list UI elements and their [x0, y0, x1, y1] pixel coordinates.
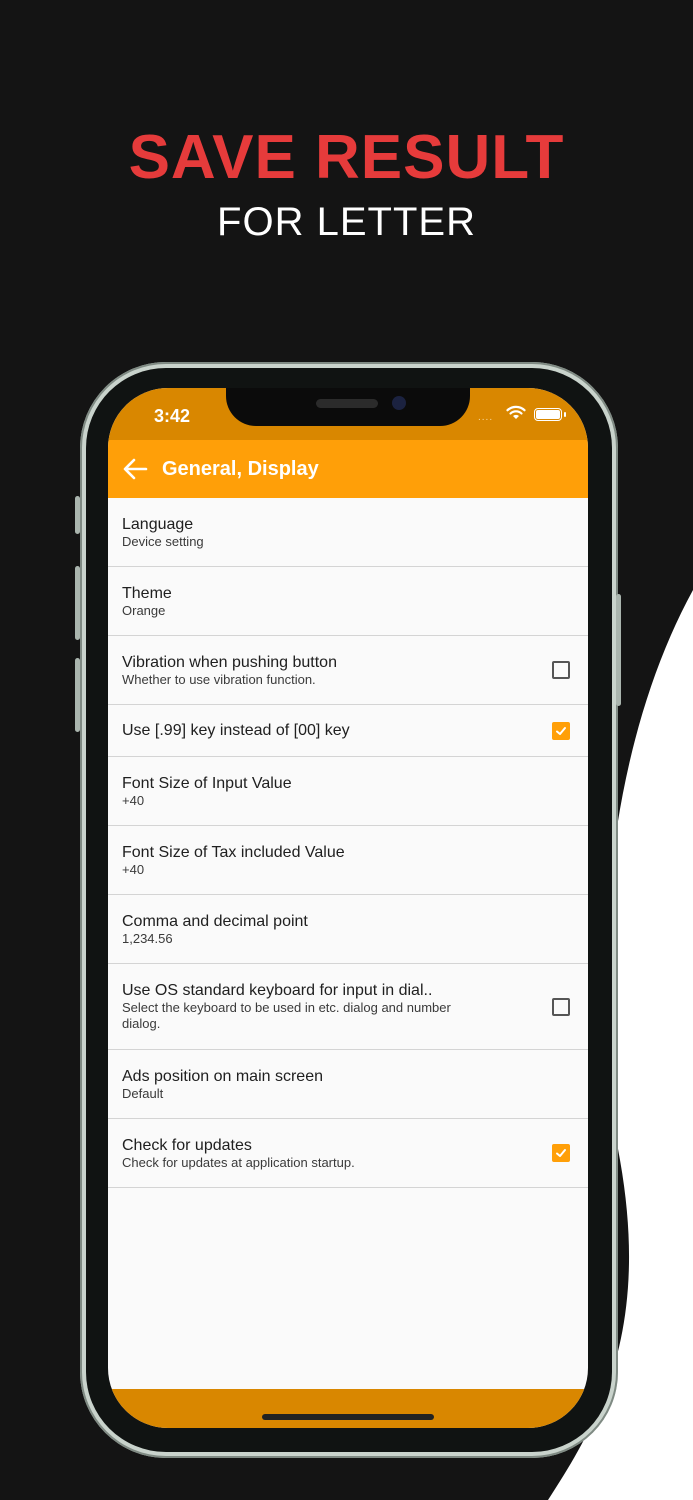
setting-subtitle: 1,234.56: [122, 931, 173, 946]
bottom-bar: [108, 1389, 588, 1428]
setting-subtitle: Check for updates at application startup…: [122, 1155, 355, 1170]
volume-up-button: [75, 566, 80, 640]
setting-os-keyboard[interactable]: Use OS standard keyboard for input in di…: [108, 964, 588, 1050]
phone-screen: 3:42 .... General, Display Language Devi…: [108, 388, 588, 1428]
os-keyboard-checkbox[interactable]: [552, 997, 570, 1016]
status-time: 3:42: [154, 406, 191, 426]
mute-switch: [75, 496, 80, 534]
promo-headline: SAVE RESULT: [128, 123, 565, 192]
arrow-left-icon[interactable]: [122, 457, 148, 481]
notch: [226, 388, 470, 426]
settings-list: Language Device setting Theme Orange Vib…: [108, 498, 588, 1188]
vibration-checkbox[interactable]: [552, 661, 570, 679]
setting-vibration[interactable]: Vibration when pushing button Whether to…: [108, 636, 588, 705]
signal-icon: ....: [478, 412, 494, 423]
setting-subtitle: Orange: [122, 603, 166, 618]
setting-title: Font Size of Tax included Value: [122, 844, 345, 861]
wifi-icon: [506, 405, 526, 419]
setting-theme[interactable]: Theme Orange: [108, 567, 588, 636]
setting-title: Comma and decimal point: [122, 913, 308, 930]
setting-font-size-input[interactable]: Font Size of Input Value +40: [108, 757, 588, 826]
setting-subtitle: Device setting: [122, 534, 204, 549]
setting-title: Use OS standard keyboard for input in di…: [122, 982, 433, 999]
app-bar: General, Display: [108, 440, 588, 498]
setting-title: Language: [122, 516, 194, 533]
setting-99-key[interactable]: Use [.99] key instead of [00] key: [108, 705, 588, 757]
setting-subtitle: Whether to use vibration function.: [122, 672, 316, 687]
setting-title: Use [.99] key instead of [00] key: [122, 722, 350, 739]
home-indicator[interactable]: [262, 1414, 434, 1420]
speaker-grille: [316, 399, 378, 408]
setting-subtitle: +40: [122, 793, 145, 808]
setting-title: Vibration when pushing button: [122, 654, 337, 671]
power-button: [616, 594, 621, 706]
setting-title: Theme: [122, 585, 172, 602]
checkmark-icon: [556, 1149, 566, 1157]
page-title: General, Display: [162, 458, 319, 480]
setting-title: Ads position on main screen: [122, 1068, 323, 1085]
setting-title: Check for updates: [122, 1137, 252, 1154]
setting-comma-decimal[interactable]: Comma and decimal point 1,234.56: [108, 895, 588, 964]
setting-title: Font Size of Input Value: [122, 775, 292, 792]
page: { "promo": { "headline": "SAVE RESULT", …: [0, 0, 693, 1500]
setting-check-updates[interactable]: Check for updates Check for updates at a…: [108, 1119, 588, 1188]
setting-subtitle: Select the keyboard to be used in etc. d…: [122, 1000, 451, 1031]
setting-language[interactable]: Language Device setting: [108, 498, 588, 567]
check-updates-checkbox[interactable]: [552, 1144, 570, 1162]
battery-icon: [534, 408, 562, 421]
setting-subtitle: +40: [122, 862, 145, 877]
status-bar: 3:42 ....: [108, 388, 588, 440]
99-key-checkbox[interactable]: [552, 721, 570, 740]
checkmark-icon: [556, 726, 566, 735]
battery-tip: [564, 412, 566, 417]
setting-ads-position[interactable]: Ads position on main screen Default: [108, 1050, 588, 1119]
volume-down-button: [75, 658, 80, 732]
promo-subline: FOR LETTER: [217, 200, 476, 244]
setting-subtitle: Default: [122, 1086, 164, 1101]
setting-font-size-tax[interactable]: Font Size of Tax included Value +40: [108, 826, 588, 895]
front-camera: [392, 396, 406, 410]
